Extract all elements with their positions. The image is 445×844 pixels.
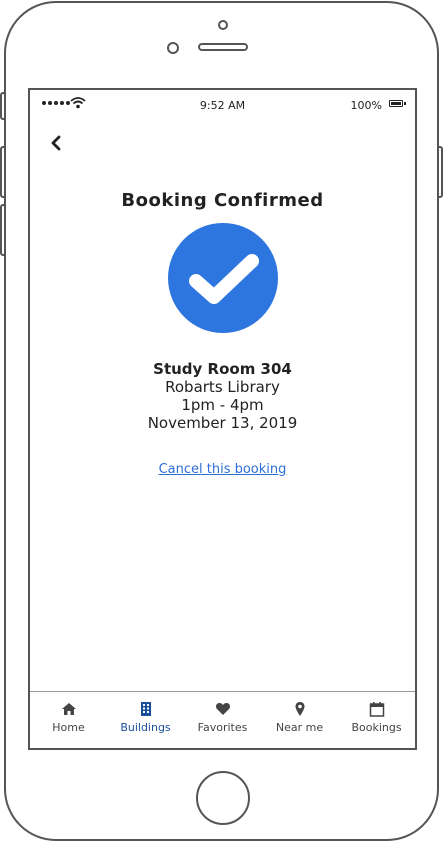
location-pin-icon bbox=[295, 702, 304, 716]
booking-time: 1pm - 4pm bbox=[181, 396, 264, 414]
front-sensor bbox=[218, 20, 228, 30]
building-icon bbox=[140, 702, 151, 716]
status-bar: 9:52 AM 100% bbox=[30, 90, 415, 122]
tab-bar: Home Buildings Favorites Near me Booking… bbox=[30, 691, 415, 748]
home-icon bbox=[61, 703, 76, 715]
chevron-left-icon bbox=[51, 135, 61, 151]
calendar-icon bbox=[369, 702, 384, 717]
back-button[interactable] bbox=[46, 132, 68, 154]
tab-buildings-label: Buildings bbox=[120, 721, 171, 734]
heart-icon bbox=[215, 703, 230, 715]
room-name: Study Room 304 bbox=[153, 360, 292, 378]
booking-details: Study Room 304 Robarts Library 1pm - 4pm… bbox=[30, 360, 415, 432]
tab-buildings[interactable]: Buildings bbox=[107, 692, 184, 748]
tab-home[interactable]: Home bbox=[30, 692, 107, 748]
page-title: Booking Confirmed bbox=[121, 190, 324, 211]
volume-down-button bbox=[0, 204, 6, 256]
earpiece-speaker bbox=[198, 43, 248, 51]
tab-favorites[interactable]: Favorites bbox=[184, 692, 261, 748]
checkmark-icon bbox=[189, 254, 259, 304]
front-camera bbox=[167, 42, 179, 54]
screen: 9:52 AM 100% Booking Confirmed Study Roo… bbox=[28, 88, 417, 750]
tab-bookings-label: Bookings bbox=[351, 721, 402, 734]
battery-percentage: 100% bbox=[350, 99, 382, 112]
tab-home-label: Home bbox=[52, 721, 85, 734]
home-button[interactable] bbox=[196, 771, 250, 825]
mute-switch bbox=[0, 92, 6, 120]
tab-near-me-label: Near me bbox=[275, 721, 324, 734]
confirmation-badge bbox=[168, 223, 278, 333]
tab-near-me[interactable]: Near me bbox=[261, 692, 338, 748]
power-button bbox=[437, 146, 443, 198]
battery-icon bbox=[389, 100, 406, 107]
tab-bookings[interactable]: Bookings bbox=[338, 692, 415, 748]
cancel-booking-link[interactable]: Cancel this booking bbox=[30, 462, 415, 477]
volume-up-button bbox=[0, 146, 6, 198]
tab-favorites-label: Favorites bbox=[197, 721, 248, 734]
booking-date: November 13, 2019 bbox=[147, 414, 298, 432]
building-name: Robarts Library bbox=[165, 378, 280, 396]
